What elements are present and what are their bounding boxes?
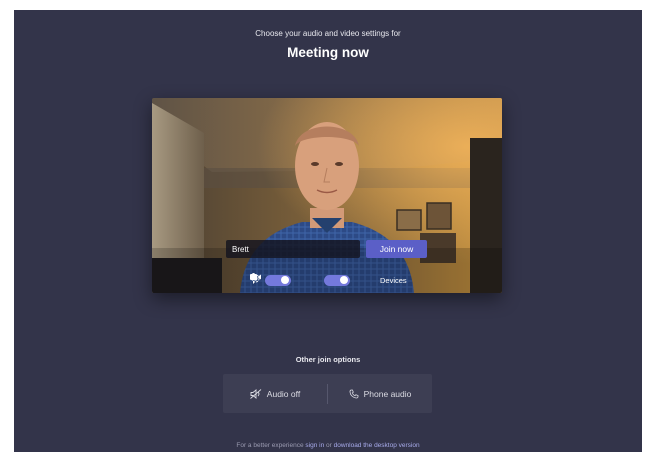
name-input[interactable] bbox=[226, 240, 360, 258]
meeting-prejoin-screen: Choose your audio and video settings for… bbox=[14, 10, 642, 452]
other-join-options-label: Other join options bbox=[295, 355, 361, 364]
join-now-button[interactable]: Join now bbox=[366, 240, 427, 258]
gear-icon bbox=[251, 274, 376, 286]
camera-feed-image bbox=[152, 98, 502, 293]
devices-label: Devices bbox=[380, 275, 407, 285]
audio-off-button[interactable]: Audio off bbox=[223, 374, 327, 413]
camera-toggle[interactable] bbox=[265, 274, 291, 286]
audio-off-label: Audio off bbox=[266, 388, 301, 399]
prejoin-subtitle: Choose your audio and video settings for bbox=[255, 29, 401, 38]
meeting-title: Meeting now bbox=[287, 45, 369, 60]
download-desktop-link[interactable]: download the desktop version bbox=[334, 442, 420, 449]
phone-icon bbox=[349, 389, 359, 398]
microphone-toggle[interactable] bbox=[324, 274, 350, 286]
video-preview: Join now bbox=[152, 98, 502, 293]
media-controls: Devices bbox=[250, 273, 407, 287]
phone-audio-button[interactable]: Phone audio bbox=[328, 374, 432, 413]
microphone-toggle-knob bbox=[340, 276, 348, 284]
footer-or: or bbox=[326, 442, 332, 449]
devices-button[interactable]: Devices bbox=[251, 274, 407, 286]
camera-toggle-knob bbox=[281, 276, 289, 284]
sign-in-link[interactable]: sign in bbox=[305, 442, 324, 449]
other-join-options: Audio off Phone audio bbox=[223, 374, 432, 413]
footer-text: For a better experience sign in or downl… bbox=[14, 442, 642, 449]
footer-prefix: For a better experience bbox=[236, 442, 304, 449]
speaker-off-icon bbox=[250, 388, 262, 399]
microphone-icon bbox=[250, 273, 321, 286]
phone-audio-label: Phone audio bbox=[363, 388, 412, 399]
